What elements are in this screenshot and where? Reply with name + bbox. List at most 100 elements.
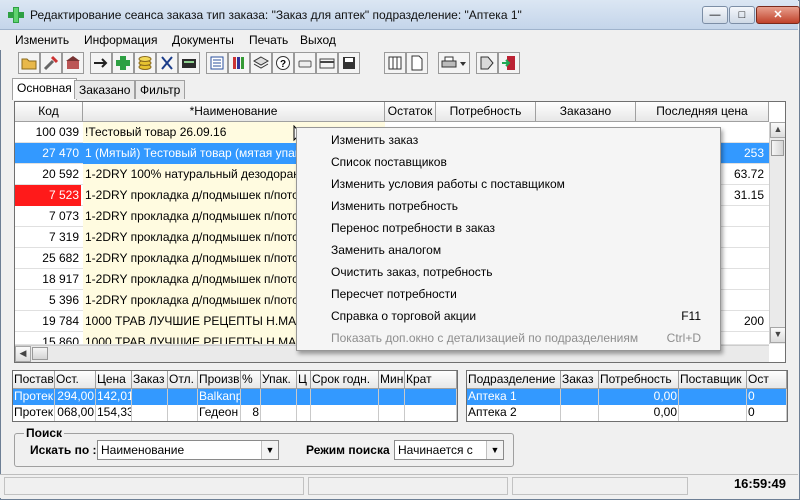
menu-documents[interactable]: Документы [172, 33, 234, 47]
cell: 8 [241, 405, 261, 421]
cell [132, 389, 168, 405]
col-header[interactable]: Срок годн. [311, 371, 379, 389]
menu-print[interactable]: Печать [249, 33, 288, 47]
exit-door-icon[interactable] [498, 52, 520, 74]
ctx-promo-info[interactable]: Справка о торговой акции F11 [300, 305, 717, 327]
col-header[interactable]: % [241, 371, 261, 389]
cut-icon[interactable] [156, 52, 178, 74]
maximize-button[interactable]: □ [729, 6, 755, 24]
scroll-down-icon[interactable]: ▼ [770, 327, 785, 343]
scroll-thumb[interactable] [771, 140, 784, 156]
ctx-supplier-terms[interactable]: Изменить условия работы с поставщиком [300, 173, 717, 195]
col-header[interactable]: Потребность [599, 371, 679, 389]
menu-info[interactable]: Информация [84, 33, 157, 47]
menu-exit[interactable]: Выход [300, 33, 336, 47]
col-header[interactable]: Отл. [168, 371, 198, 389]
ctx-clear-order[interactable]: Очистить заказ, потребность [300, 261, 717, 283]
columns-icon[interactable] [384, 52, 406, 74]
vertical-scrollbar[interactable]: ▲ ▼ [769, 122, 785, 344]
tab-ordered[interactable]: Заказано [74, 80, 136, 99]
open-folder-icon[interactable] [18, 52, 40, 74]
col-header-stock[interactable]: Остаток [385, 102, 436, 122]
table-row[interactable]: Протек 068,00 154,33 Гедеон 8 [13, 405, 457, 421]
col-header[interactable]: Упак. [261, 371, 297, 389]
col-header[interactable]: Ост. [55, 371, 96, 389]
search-by-label: Искать по : [30, 443, 97, 457]
ctx-edit-order[interactable]: Изменить заказ [300, 129, 717, 151]
table-row-selected[interactable]: Протек 294,00 142,01 Balkanph [13, 389, 457, 405]
coins-icon[interactable] [134, 52, 156, 74]
col-header[interactable]: Заказ [132, 371, 168, 389]
cell: 0,00 [599, 389, 679, 405]
suppliers-grid[interactable]: Поставщ Ост. Цена Заказ Отл. Произв % Уп… [12, 370, 458, 422]
search-group-title: Поиск [24, 426, 65, 440]
ctx-edit-need[interactable]: Изменить потребность [300, 195, 717, 217]
col-header[interactable]: Ост [747, 371, 787, 389]
search-by-select[interactable]: Наименование ▼ [97, 440, 279, 460]
search-mode-label: Режим поиска [306, 443, 390, 457]
cell [379, 389, 405, 405]
tab-main[interactable]: Основная [12, 78, 77, 100]
cell: 068,00 [55, 405, 96, 421]
col-header[interactable]: Произв [198, 371, 241, 389]
chevron-down-icon[interactable]: ▼ [486, 441, 503, 459]
warehouse-icon[interactable] [62, 52, 84, 74]
ctx-recalc-need[interactable]: Пересчет потребности [300, 283, 717, 305]
cell [297, 389, 311, 405]
status-clock: 16:59:49 [733, 476, 786, 491]
col-header[interactable]: Крат [405, 371, 457, 389]
ctx-move-need[interactable]: Перенос потребности в заказ [300, 217, 717, 239]
scroll-up-icon[interactable]: ▲ [770, 122, 785, 138]
layers-icon[interactable] [250, 52, 272, 74]
help-icon[interactable]: ? [272, 52, 294, 74]
ctx-replace-analog[interactable]: Заменить аналогом [300, 239, 717, 261]
close-button[interactable]: ✕ [756, 6, 800, 24]
col-header[interactable]: Ц [297, 371, 311, 389]
books-icon[interactable] [228, 52, 250, 74]
cell [132, 405, 168, 421]
arrow-icon[interactable] [90, 52, 112, 74]
col-header[interactable]: Подразделение [467, 371, 561, 389]
cell [311, 405, 379, 421]
ctx-label: Справка о торговой акции [331, 309, 477, 323]
chevron-down-icon[interactable]: ▼ [261, 441, 278, 459]
floppy-icon[interactable] [338, 52, 360, 74]
col-header-ordered[interactable]: Заказано [536, 102, 636, 122]
departments-grid[interactable]: Подразделение Заказ Потребность Поставщи… [466, 370, 788, 422]
list-icon[interactable] [206, 52, 228, 74]
page-icon[interactable] [406, 52, 428, 74]
menu-edit[interactable]: Изменить [15, 33, 69, 47]
tools-icon[interactable] [40, 52, 62, 74]
table-row[interactable]: Аптека 2 0,00 0 [467, 405, 787, 421]
col-header[interactable]: Мин [379, 371, 405, 389]
col-header[interactable]: Поставщ [13, 371, 55, 389]
ctx-shortcut: Ctrl+D [666, 331, 701, 345]
cell: 0 [747, 389, 787, 405]
ctx-shortcut: F11 [681, 309, 701, 323]
cell-code-highlighted: 7 523 [15, 185, 81, 206]
ctx-show-details: Показать доп.окно с детализацией по подр… [300, 327, 717, 349]
col-header-code[interactable]: Код [15, 102, 83, 122]
col-header[interactable]: Цена [96, 371, 132, 389]
add-green-cross-icon[interactable] [112, 52, 134, 74]
col-header-need[interactable]: Потребность [436, 102, 536, 122]
search-mode-select[interactable]: Начинается с ▼ [394, 440, 504, 460]
col-header-name[interactable]: *Наименование [83, 102, 385, 122]
ctx-supplier-list[interactable]: Список поставщиков [300, 151, 717, 173]
cell: 294,00 [55, 389, 96, 405]
col-header[interactable]: Поставщик [679, 371, 747, 389]
col-header-last-price[interactable]: Последняя цена [636, 102, 769, 122]
tag-icon[interactable] [476, 52, 498, 74]
hscroll-thumb[interactable] [32, 347, 48, 360]
tab-filter[interactable]: Фильтр [135, 80, 186, 99]
calculator-icon[interactable] [178, 52, 200, 74]
scroll-left-icon[interactable]: ◀ [15, 346, 31, 362]
cell [561, 389, 599, 405]
table-row-selected[interactable]: Аптека 1 0,00 0 [467, 389, 787, 405]
minimize-button[interactable]: — [702, 6, 728, 24]
col-header[interactable]: Заказ [561, 371, 599, 389]
printer-icon[interactable] [438, 52, 470, 74]
context-menu: Изменить заказ Список поставщиков Измени… [296, 127, 721, 351]
eraser-icon[interactable] [294, 52, 316, 74]
card-icon[interactable] [316, 52, 338, 74]
